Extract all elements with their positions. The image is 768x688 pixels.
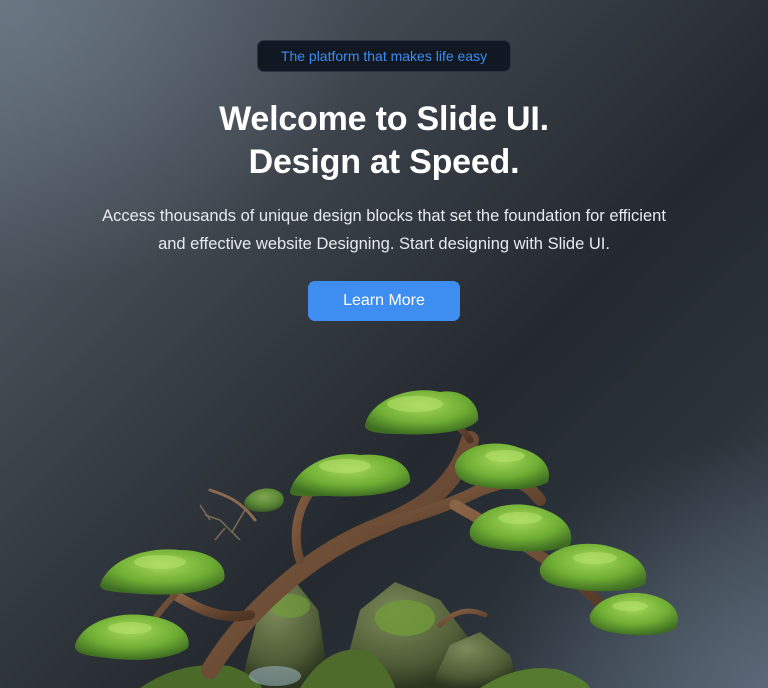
hero-title-line-1: Welcome to Slide UI.: [219, 100, 549, 138]
hero-description-line-2: and effective website Designing. Start d…: [158, 235, 610, 253]
hero-title-line-2: Design at Speed.: [248, 143, 520, 181]
hero-title: Welcome to Slide UI. Design at Speed.: [0, 98, 768, 184]
bonsai-tree-image: [74, 390, 679, 688]
learn-more-button[interactable]: Learn More: [308, 281, 460, 321]
hero-section: The platform that makes life easy Welcom…: [0, 0, 768, 688]
hero-description: Access thousands of unique design blocks…: [40, 202, 728, 258]
tagline-badge-label: The platform that makes life easy: [280, 48, 488, 64]
tagline-badge: The platform that makes life easy: [257, 40, 511, 72]
dry-twigs: [199, 504, 246, 541]
hero-description-line-1: Access thousands of unique design blocks…: [102, 207, 666, 225]
